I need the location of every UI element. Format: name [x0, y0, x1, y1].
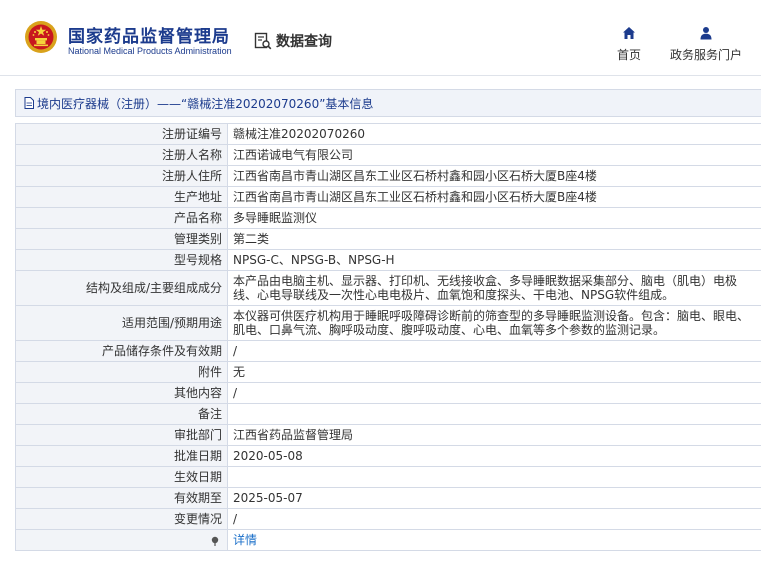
detail-label-cell	[15, 529, 228, 551]
row-label: 注册人住所	[15, 165, 228, 187]
row-value: 江西省南昌市青山湖区昌东工业区石桥村鑫和园小区石桥大厦B座4楼	[227, 165, 761, 187]
org-name-cn: 国家药品监督管理局	[68, 27, 230, 47]
table-row: 附件 无	[15, 361, 761, 383]
row-label: 备注	[15, 403, 228, 425]
document-icon	[24, 97, 34, 109]
nav-home-label: 首页	[617, 48, 642, 62]
nav-home-button[interactable]: 首页	[617, 26, 641, 63]
row-label: 注册人名称	[15, 144, 228, 166]
table-row: 其他内容 /	[15, 382, 761, 404]
detail-link[interactable]: 详情	[233, 533, 257, 547]
table-row: 批准日期 2020-05-08	[15, 445, 761, 467]
row-value	[227, 466, 761, 488]
row-label: 注册证编号	[15, 123, 228, 145]
nav-service-portal-button[interactable]: 政务服务门户	[670, 26, 742, 63]
row-value: 本产品由电脑主机、显示器、打印机、无线接收盒、多导睡眠数据采集部分、脑电（肌电）…	[227, 270, 761, 306]
row-label: 产品储存条件及有效期	[15, 340, 228, 362]
table-row: 注册人名称 江西诺诚电气有限公司	[15, 144, 761, 166]
row-label: 生效日期	[15, 466, 228, 488]
table-row: 审批部门 江西省药品监督管理局	[15, 424, 761, 446]
row-value: 2020-05-08	[227, 445, 761, 467]
row-label: 变更情况	[15, 508, 228, 530]
table-row: 适用范围/预期用途 本仪器可供医疗机构用于睡眠呼吸障碍诊断前的筛查型的多导睡眠监…	[15, 305, 761, 341]
site-header: 国家药品监督管理局 National Medical Products Admi…	[0, 0, 761, 76]
detail-value-cell: 详情	[227, 529, 761, 551]
row-value: 2025-05-07	[227, 487, 761, 509]
table-row: 结构及组成/主要组成成分 本产品由电脑主机、显示器、打印机、无线接收盒、多导睡眠…	[15, 270, 761, 306]
row-label: 管理类别	[15, 228, 228, 250]
table-row: 生产地址 江西省南昌市青山湖区昌东工业区石桥村鑫和园小区石桥大厦B座4楼	[15, 186, 761, 208]
table-row: 型号规格 NPSG-C、NPSG-B、NPSG-H	[15, 249, 761, 271]
table-row: 产品名称 多导睡眠监测仪	[15, 207, 761, 229]
row-label: 附件	[15, 361, 228, 383]
table-row: 管理类别 第二类	[15, 228, 761, 250]
row-label: 产品名称	[15, 207, 228, 229]
pin-icon	[211, 536, 219, 546]
row-label: 有效期至	[15, 487, 228, 509]
device-info-table: 注册证编号 赣械注准20202070260 注册人名称 江西诺诚电气有限公司 注…	[15, 123, 761, 551]
table-row: 生效日期	[15, 466, 761, 488]
row-value: 江西省药品监督管理局	[227, 424, 761, 446]
row-value: 江西诺诚电气有限公司	[227, 144, 761, 166]
row-value: 赣械注准20202070260	[227, 123, 761, 145]
row-value: 江西省南昌市青山湖区昌东工业区石桥村鑫和园小区石桥大厦B座4楼	[227, 186, 761, 208]
row-label: 审批部门	[15, 424, 228, 446]
row-label: 其他内容	[15, 382, 228, 404]
table-row: 注册人住所 江西省南昌市青山湖区昌东工业区石桥村鑫和园小区石桥大厦B座4楼	[15, 165, 761, 187]
row-value: 多导睡眠监测仪	[227, 207, 761, 229]
row-value: /	[227, 382, 761, 404]
home-icon	[623, 27, 635, 39]
org-name-en: National Medical Products Administration	[68, 46, 232, 56]
row-label: 结构及组成/主要组成成分	[15, 270, 228, 306]
row-value: /	[227, 340, 761, 362]
table-row: 有效期至 2025-05-07	[15, 487, 761, 509]
row-value: 第二类	[227, 228, 761, 250]
row-value: /	[227, 508, 761, 530]
row-label: 生产地址	[15, 186, 228, 208]
data-query-label: 数据查询	[276, 34, 332, 50]
row-value: 无	[227, 361, 761, 383]
search-document-icon	[254, 32, 272, 50]
row-label: 适用范围/预期用途	[15, 305, 228, 341]
user-icon	[700, 27, 712, 40]
row-value: 本仪器可供医疗机构用于睡眠呼吸障碍诊断前的筛查型的多导睡眠监测设备。包含：脑电、…	[227, 305, 761, 341]
table-row: 产品储存条件及有效期 /	[15, 340, 761, 362]
row-value: NPSG-C、NPSG-B、NPSG-H	[227, 249, 761, 271]
row-label: 批准日期	[15, 445, 228, 467]
table-row: 变更情况 /	[15, 508, 761, 530]
breadcrumb: 境内医疗器械（注册）——“赣械注准20202070260”基本信息	[15, 89, 761, 117]
table-row: 注册证编号 赣械注准20202070260	[15, 123, 761, 145]
nav-service-portal-label: 政务服务门户	[670, 48, 743, 62]
national-emblem-icon	[25, 21, 57, 53]
row-value	[227, 403, 761, 425]
row-label: 型号规格	[15, 249, 228, 271]
breadcrumb-title: 境内医疗器械（注册）——“赣械注准20202070260”基本信息	[37, 96, 374, 111]
table-row: 详情	[15, 529, 761, 551]
data-query-button[interactable]: 数据查询	[254, 31, 332, 51]
table-row: 备注	[15, 403, 761, 425]
